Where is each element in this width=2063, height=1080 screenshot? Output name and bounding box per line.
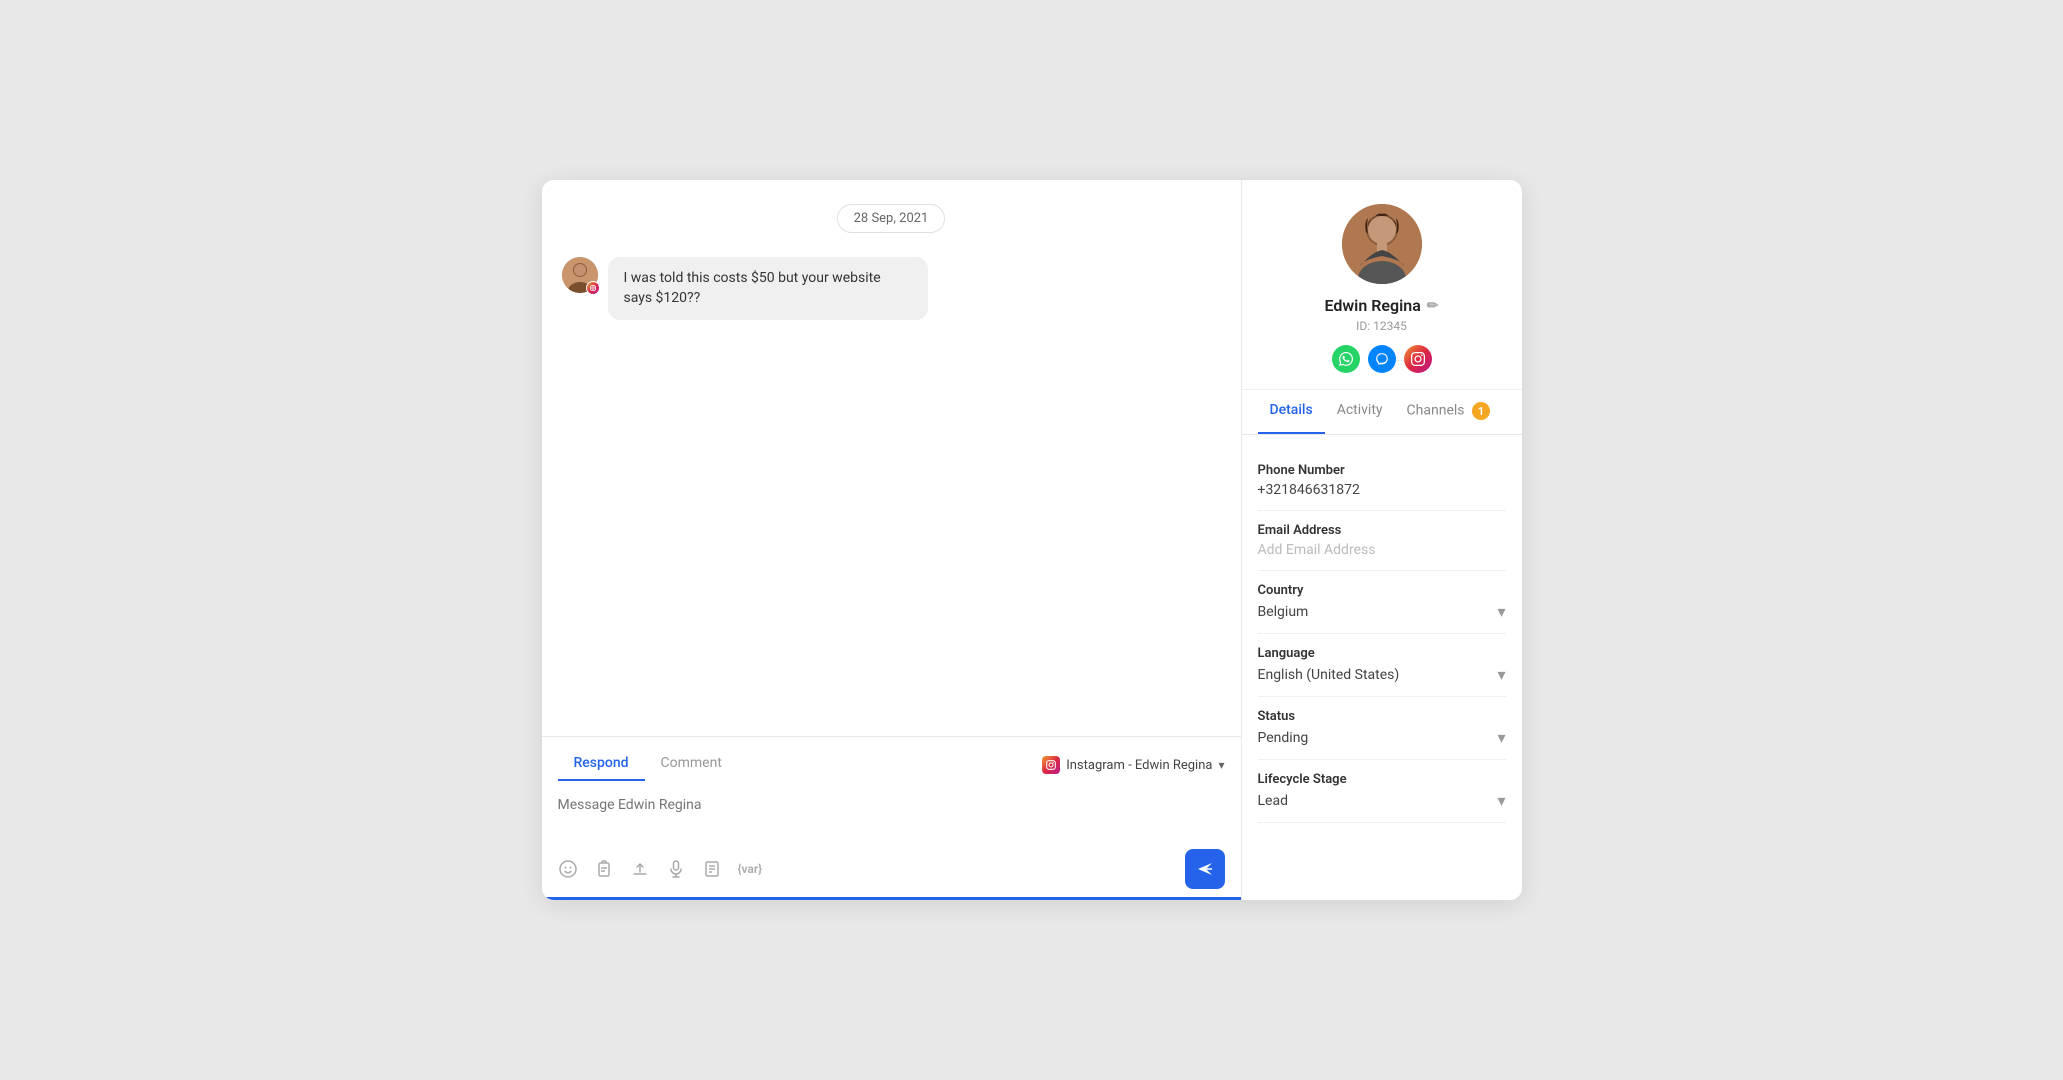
- panel-tabs: Details Activity Channels 1: [1242, 390, 1522, 435]
- compose-tabs: Respond Comment Instagram - Edwin Regina…: [558, 749, 1225, 781]
- chat-messages: 28 Sep, 2021: [542, 180, 1241, 736]
- phone-value: +321846631872: [1258, 482, 1506, 498]
- microphone-icon[interactable]: [666, 859, 686, 879]
- compose-tab-group: Respond Comment: [558, 749, 738, 781]
- user-avatar-wrap: [562, 257, 598, 293]
- main-container: 28 Sep, 2021: [542, 180, 1522, 900]
- message-input[interactable]: [558, 793, 1225, 841]
- variable-icon[interactable]: {var}: [738, 859, 763, 879]
- tab-respond[interactable]: Respond: [558, 749, 645, 781]
- messenger-icon[interactable]: [1368, 345, 1396, 373]
- language-value: English (United States): [1258, 667, 1400, 683]
- emoji-icon[interactable]: [558, 859, 578, 879]
- tab-activity[interactable]: Activity: [1325, 390, 1395, 434]
- status-chevron-icon: ▾: [1497, 728, 1505, 747]
- field-language: Language English (United States) ▾: [1258, 634, 1506, 697]
- clipboard-icon[interactable]: [594, 859, 614, 879]
- email-value[interactable]: Add Email Address: [1258, 542, 1506, 558]
- tab-channels[interactable]: Channels 1: [1395, 390, 1502, 434]
- tab-comment[interactable]: Comment: [645, 749, 738, 781]
- profile-name: Edwin Regina ✏: [1324, 296, 1438, 315]
- profile-avatar: [1342, 204, 1422, 284]
- email-label: Email Address: [1258, 523, 1506, 538]
- country-select[interactable]: Belgium ▾: [1258, 602, 1506, 621]
- lifecycle-chevron-icon: ▾: [1497, 791, 1505, 810]
- lifecycle-label: Lifecycle Stage: [1258, 772, 1506, 787]
- lifecycle-select[interactable]: Lead ▾: [1258, 791, 1506, 810]
- channel-chevron-icon: ▾: [1218, 758, 1224, 772]
- field-email: Email Address Add Email Address: [1258, 511, 1506, 571]
- compose-toolbar: {var}: [558, 849, 1225, 889]
- details-section: Phone Number +321846631872 Email Address…: [1242, 435, 1522, 839]
- profile-id: ID: 12345: [1356, 319, 1407, 333]
- chat-panel: 28 Sep, 2021: [542, 180, 1242, 900]
- status-select[interactable]: Pending ▾: [1258, 728, 1506, 747]
- channel-selector[interactable]: Instagram - Edwin Regina ▾: [1042, 756, 1224, 774]
- language-chevron-icon: ▾: [1497, 665, 1505, 684]
- phone-label: Phone Number: [1258, 463, 1506, 478]
- compose-area: Respond Comment Instagram - Edwin Regina…: [542, 736, 1241, 900]
- field-lifecycle: Lifecycle Stage Lead ▾: [1258, 760, 1506, 823]
- message-bubble: I was told this costs $50 but your websi…: [608, 257, 928, 320]
- tab-details[interactable]: Details: [1258, 390, 1325, 434]
- status-value: Pending: [1258, 730, 1309, 746]
- country-chevron-icon: ▾: [1497, 602, 1505, 621]
- country-label: Country: [1258, 583, 1506, 598]
- date-badge: 28 Sep, 2021: [837, 204, 946, 233]
- whatsapp-icon[interactable]: [1332, 345, 1360, 373]
- country-value: Belgium: [1258, 604, 1309, 620]
- instagram-channel-icon: [1042, 756, 1060, 774]
- note-icon[interactable]: [702, 859, 722, 879]
- profile-avatar-inner: [1342, 204, 1422, 284]
- right-panel: Edwin Regina ✏ ID: 12345: [1242, 180, 1522, 900]
- edit-icon[interactable]: ✏: [1427, 298, 1439, 314]
- channels-badge: 1: [1472, 402, 1490, 420]
- status-label: Status: [1258, 709, 1506, 724]
- language-label: Language: [1258, 646, 1506, 661]
- field-country: Country Belgium ▾: [1258, 571, 1506, 634]
- channel-label: Instagram - Edwin Regina: [1066, 758, 1212, 773]
- profile-section: Edwin Regina ✏ ID: 12345: [1242, 180, 1522, 390]
- instagram-icon[interactable]: [1404, 345, 1432, 373]
- field-phone: Phone Number +321846631872: [1258, 451, 1506, 511]
- instagram-badge-icon: [586, 281, 600, 295]
- message-row: I was told this costs $50 but your websi…: [562, 257, 1221, 320]
- lifecycle-value: Lead: [1258, 793, 1288, 809]
- send-button[interactable]: [1185, 849, 1225, 889]
- upload-icon[interactable]: [630, 859, 650, 879]
- field-status: Status Pending ▾: [1258, 697, 1506, 760]
- toolbar-icons: {var}: [558, 859, 763, 879]
- compose-bottom-bar: [542, 897, 1241, 900]
- language-select[interactable]: English (United States) ▾: [1258, 665, 1506, 684]
- social-icons: [1332, 345, 1432, 373]
